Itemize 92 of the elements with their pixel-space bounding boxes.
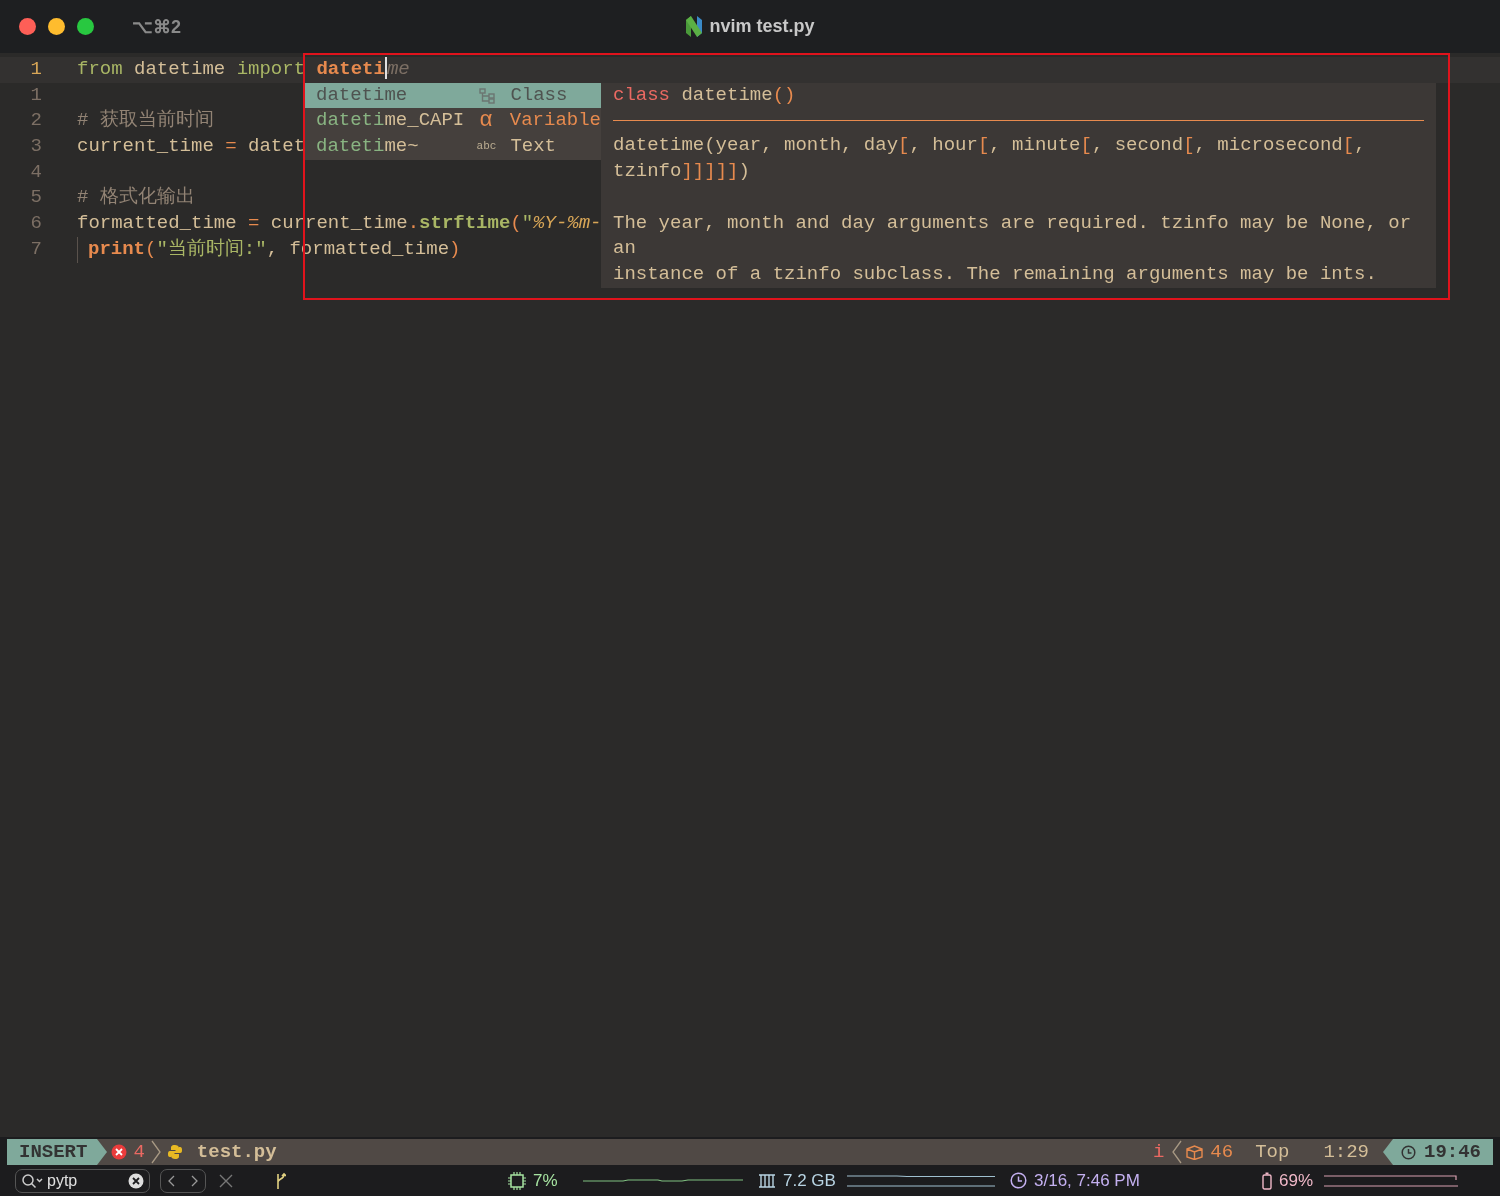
back-icon[interactable] (168, 1174, 176, 1187)
code-text: current_time (77, 134, 215, 160)
code-text: , microsecond (1194, 134, 1343, 157)
ghost-text: me (386, 57, 410, 82)
format-string: %Y-%m- (533, 211, 602, 237)
neovim-logo-icon (685, 16, 704, 37)
line-number: 5 (29, 185, 43, 211)
completion-item[interactable]: datetime Class (305, 82, 601, 109)
keyword: import (236, 57, 306, 82)
line-number: 6 (29, 211, 43, 237)
line-number: 2 (29, 108, 43, 134)
clock-icon (1010, 1172, 1027, 1189)
completion-item[interactable]: datetime~ abc Text (305, 134, 601, 160)
minimize-button[interactable] (48, 18, 65, 35)
code-comment: # 格式化输出 (77, 185, 195, 211)
text-cursor (384, 57, 387, 79)
symbol-count: 46 (1210, 1141, 1234, 1163)
doc-text: instance of a tzinfo subclass. The remaining arguments may be ints. (613, 262, 1378, 288)
doc-text: an (613, 236, 637, 262)
code-text: , (1354, 134, 1366, 157)
bracket: ( (510, 211, 522, 237)
mode-indicator: INSERT (7, 1139, 98, 1165)
bracket: [ (898, 134, 910, 157)
error-icon (111, 1144, 128, 1160)
bracket: [ (977, 134, 990, 157)
zoom-button[interactable] (77, 18, 94, 35)
line-number: 4 (29, 159, 43, 185)
search-field[interactable]: pytp (15, 1168, 150, 1193)
chevron-icon (1172, 1140, 1183, 1164)
class-icon (478, 87, 495, 104)
operator: = (225, 134, 237, 160)
typed-text: dateti (315, 57, 385, 82)
clock-icon (1401, 1144, 1416, 1160)
builtin-name: print (88, 236, 145, 262)
code-text: , second (1091, 134, 1184, 157)
close-button[interactable] (19, 18, 36, 35)
variable-symbol: α (479, 108, 493, 135)
completion-item[interactable]: datetime_CAPI α Variable (305, 108, 601, 135)
bracket: [ (1183, 134, 1195, 157)
code-text: tzinfo (613, 160, 682, 183)
line-number: 1 (29, 82, 43, 108)
date-time: 3/16, 7:46 PM (1034, 1170, 1140, 1191)
code-text: datetime (133, 57, 227, 82)
line-number: 1 (29, 57, 43, 82)
code-text: datet (247, 134, 306, 160)
scroll-position: Top (1255, 1141, 1290, 1163)
file-name: test.py (196, 1141, 277, 1163)
battery-icon (1262, 1171, 1272, 1190)
close-icon[interactable] (218, 1172, 234, 1189)
memory-usage: 7.2 GB (783, 1170, 836, 1191)
text-symbol: abc (476, 139, 497, 155)
line-number: 7 (29, 236, 43, 262)
bracket: ) (449, 236, 461, 262)
cursor-position: 1:29 (1323, 1141, 1369, 1163)
keyword: class (613, 83, 670, 106)
code-text: datetime (680, 83, 773, 106)
bracket: [ (1080, 134, 1092, 157)
code-text: , hour (909, 134, 978, 157)
bracket: [ (1342, 134, 1355, 157)
error-count: 4 (133, 1141, 145, 1163)
chip-icon (508, 1171, 526, 1190)
operator: . (407, 211, 420, 237)
forward-icon[interactable] (190, 1174, 198, 1187)
code-text: datetime(year, month, day (613, 134, 899, 157)
python-icon (166, 1144, 183, 1160)
string-literal: " (521, 211, 534, 237)
keyword: from (77, 57, 123, 82)
clear-icon[interactable] (128, 1172, 144, 1189)
tab-shortcut: ⌥⌘2 (132, 15, 181, 38)
package-icon (1186, 1144, 1204, 1160)
window-title: nvim test.py (709, 16, 815, 37)
battery-level: 69% (1279, 1170, 1314, 1191)
function-name: strftime (419, 211, 511, 237)
memory-icon (758, 1173, 776, 1188)
code-text: ) (738, 160, 750, 183)
operator: = (248, 211, 260, 237)
search-input[interactable]: pytp (47, 1171, 124, 1190)
bracket: ( (145, 236, 157, 262)
bracket: () (772, 83, 796, 106)
code-text: formatted_time (77, 211, 238, 237)
code-text: , minute (989, 134, 1081, 157)
git-branch-icon (274, 1171, 286, 1190)
search-icon (21, 1172, 43, 1189)
clock-time: 19:46 (1424, 1141, 1481, 1163)
line-number: 3 (29, 134, 43, 160)
bracket: ]]]]] (681, 160, 739, 183)
cpu-usage: 7% (533, 1170, 558, 1191)
info-indicator: i (1152, 1141, 1165, 1163)
string-literal: "当前时间:" (156, 236, 267, 262)
code-comment: # 获取当前时间 (77, 108, 214, 134)
chevron-icon (150, 1140, 161, 1164)
doc-text: The year, month and day arguments are required. tzinfo may be None, or (613, 210, 1413, 236)
